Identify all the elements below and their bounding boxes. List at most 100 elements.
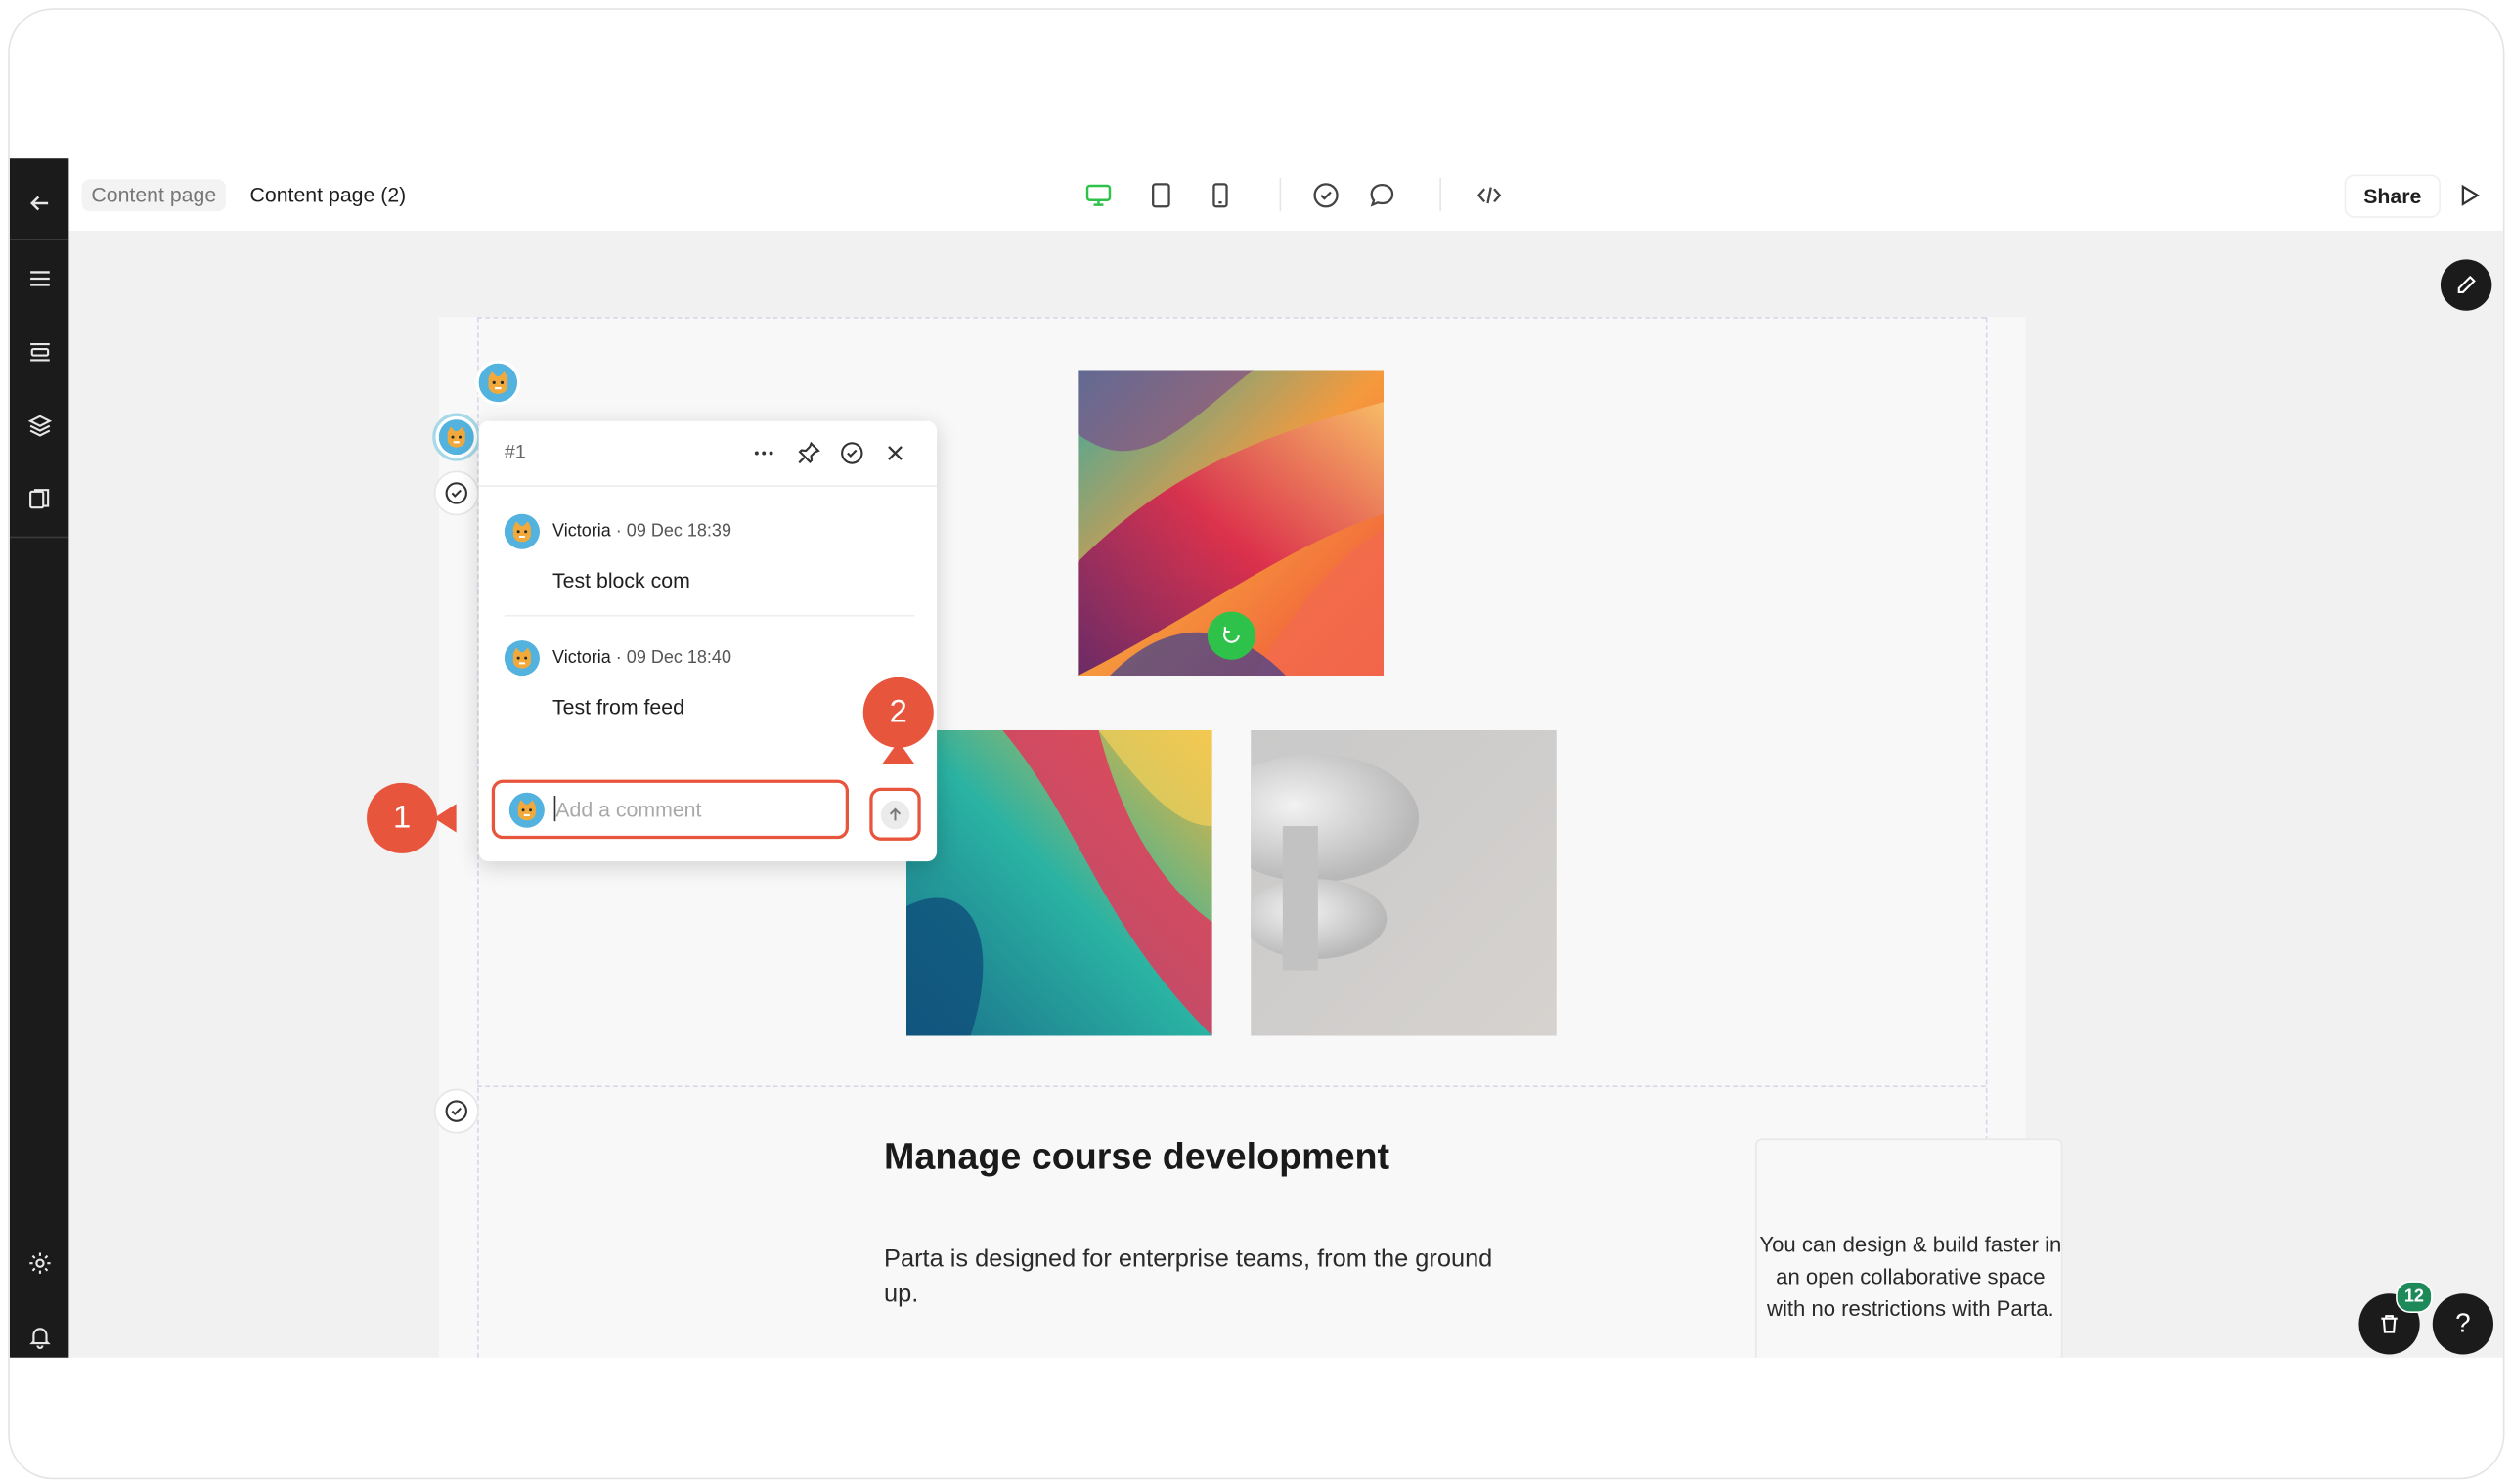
share-button[interactable]: Share xyxy=(2344,174,2441,218)
message-divider xyxy=(504,614,915,617)
comment-input-box[interactable] xyxy=(491,779,850,840)
left-sidebar xyxy=(9,158,69,1358)
section-heading[interactable]: Manage course development xyxy=(884,1135,1389,1178)
menu-icon xyxy=(29,271,49,286)
pin-button[interactable] xyxy=(793,437,825,469)
notifications-button[interactable] xyxy=(10,1305,69,1358)
menu-button[interactable] xyxy=(10,246,69,311)
count-badge: 12 xyxy=(2396,1281,2433,1313)
comment-popup: #1 Victoria · 09 Dec 18:39 Test block co… xyxy=(478,420,938,862)
comment-author-avatar xyxy=(504,640,540,677)
layers-icon xyxy=(26,415,52,437)
abstract-image-2[interactable] xyxy=(905,729,1212,1036)
layers-button[interactable] xyxy=(10,394,69,458)
resolve-button[interactable] xyxy=(1306,176,1344,214)
callout-step-2: 2 xyxy=(862,677,934,748)
popup-divider xyxy=(478,485,938,487)
top-toolbar: Content page Content page (2) Share xyxy=(68,158,2503,231)
text-caret xyxy=(553,795,556,822)
callout-pointer-2 xyxy=(882,741,915,764)
avatar-icon xyxy=(508,792,545,828)
sidebar-divider xyxy=(9,239,69,240)
resolve-thread-button[interactable] xyxy=(836,437,868,469)
pencil-icon xyxy=(2457,275,2476,293)
comment-text: Test block com xyxy=(552,568,690,592)
resolve-marker-button[interactable] xyxy=(433,1088,479,1134)
help-button[interactable]: ? xyxy=(2432,1293,2493,1355)
desktop-icon xyxy=(1085,184,1112,206)
check-circle-icon xyxy=(1313,183,1339,208)
avatar-icon xyxy=(478,363,517,403)
play-icon xyxy=(2461,184,2480,206)
avatar-icon xyxy=(504,513,540,549)
settings-icon xyxy=(28,1252,50,1274)
refresh-image-button[interactable] xyxy=(1207,611,1256,660)
callout-pointer-1 xyxy=(433,804,457,833)
settings-button[interactable] xyxy=(10,1231,69,1295)
active-comment-marker[interactable] xyxy=(432,413,481,461)
comment-time: · 09 Dec 18:40 xyxy=(615,648,731,668)
sidebar-divider xyxy=(9,536,69,539)
toolbar-divider xyxy=(1439,177,1441,212)
check-circle-icon xyxy=(841,442,863,464)
pin-icon xyxy=(798,441,820,464)
info-card-text: You can design & build faster in an open… xyxy=(1759,1233,2062,1322)
mobile-view-button[interactable] xyxy=(1201,176,1239,214)
sections-button[interactable] xyxy=(10,321,69,385)
comments-button[interactable] xyxy=(1363,176,1401,214)
refresh-icon xyxy=(1223,627,1240,643)
callout-step-1: 1 xyxy=(367,782,438,853)
app-window: Content page Content page (2) Share Mana… xyxy=(8,8,2505,1480)
comment-meta: Victoria · 09 Dec 18:40 xyxy=(552,648,731,668)
back-arrow-icon xyxy=(29,196,48,211)
code-icon xyxy=(1476,187,1502,204)
editor-app: Content page Content page (2) Share Mana… xyxy=(9,158,2503,1358)
comment-meta: Victoria · 09 Dec 18:39 xyxy=(552,522,731,542)
close-popup-button[interactable] xyxy=(879,437,911,469)
section-paragraph[interactable]: Parta is designed for enterprise teams, … xyxy=(884,1243,1492,1313)
breadcrumb-parent[interactable]: Content page xyxy=(81,179,227,212)
preview-button[interactable] xyxy=(2450,176,2489,214)
comment-avatar-marker[interactable] xyxy=(475,360,521,406)
check-circle-icon xyxy=(445,482,467,504)
avatar-icon xyxy=(504,640,540,677)
more-options-button[interactable] xyxy=(748,437,780,469)
comment-author: Victoria xyxy=(552,521,611,542)
comment-thread-number: #1 xyxy=(504,440,526,463)
comment-input[interactable] xyxy=(555,794,828,823)
block-outline xyxy=(477,317,1986,319)
help-label: ? xyxy=(2455,1308,2471,1339)
check-circle-icon xyxy=(445,1100,467,1122)
abstract-image-3[interactable] xyxy=(1251,729,1557,1036)
mobile-icon xyxy=(1212,183,1228,208)
send-button-circle xyxy=(880,800,910,829)
comment-time: · 09 Dec 18:39 xyxy=(615,521,731,542)
toolbar-divider xyxy=(1279,177,1282,212)
comment-icon xyxy=(1370,184,1394,207)
edit-button[interactable] xyxy=(2440,259,2492,311)
desktop-view-button[interactable] xyxy=(1079,176,1118,214)
back-button[interactable] xyxy=(10,171,69,236)
comment-text: Test from feed xyxy=(552,694,684,720)
abstract-artwork xyxy=(1251,729,1557,1036)
pages-icon xyxy=(28,489,49,509)
close-icon xyxy=(888,446,903,460)
pages-button[interactable] xyxy=(10,467,69,532)
trash-icon xyxy=(2381,1315,2398,1333)
more-icon xyxy=(754,451,773,456)
abstract-artwork xyxy=(905,729,1212,1036)
info-card[interactable]: You can design & build faster in an open… xyxy=(1754,1138,2063,1358)
block-outline xyxy=(477,1085,1986,1088)
resolve-marker-button[interactable] xyxy=(433,470,479,516)
current-user-avatar xyxy=(508,792,545,828)
comment-author-avatar xyxy=(504,513,540,549)
send-comment-button[interactable] xyxy=(869,787,921,841)
code-button[interactable] xyxy=(1470,176,1508,214)
avatar-icon xyxy=(438,419,474,456)
tablet-icon xyxy=(1152,183,1170,208)
abstract-image-1[interactable] xyxy=(1078,370,1385,677)
bell-icon xyxy=(28,1328,50,1350)
sections-icon xyxy=(29,343,49,362)
tablet-view-button[interactable] xyxy=(1142,176,1180,214)
breadcrumb-current[interactable]: Content page (2) xyxy=(241,179,416,211)
